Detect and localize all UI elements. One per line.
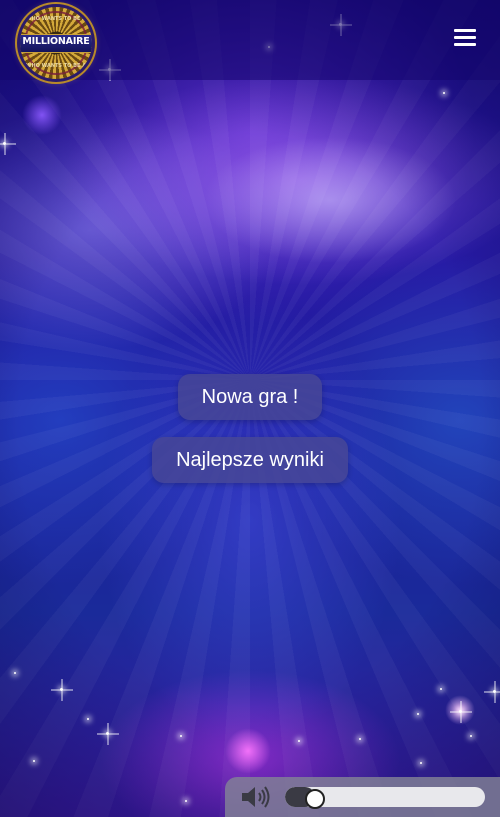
star-sparkle	[493, 690, 496, 693]
star	[443, 92, 445, 94]
star	[470, 735, 472, 737]
high-scores-button[interactable]: Najlepsze wyniki	[152, 437, 348, 483]
volume-control	[225, 777, 500, 817]
menu-line	[454, 29, 476, 32]
volume-slider-thumb[interactable]	[305, 789, 325, 809]
menu-line	[454, 36, 476, 39]
speaker-icon[interactable]	[240, 785, 272, 809]
star	[87, 718, 89, 720]
top-bar: WHO WANTS TO BE A MILLIONAIRE WHO WANTS …	[0, 0, 500, 80]
logo-arc-top-text: WHO WANTS TO BE A	[25, 16, 87, 22]
millionaire-logo[interactable]: WHO WANTS TO BE A MILLIONAIRE WHO WANTS …	[20, 7, 92, 79]
star-sparkle	[3, 142, 6, 145]
star	[417, 713, 419, 715]
star	[440, 688, 442, 690]
star	[185, 800, 187, 802]
star-sparkle	[459, 710, 462, 713]
glow-orb	[22, 95, 62, 135]
glow-orb	[225, 728, 271, 774]
logo-text: MILLIONAIRE	[22, 36, 90, 47]
star	[180, 735, 182, 737]
star-sparkle	[60, 688, 63, 691]
hamburger-menu-icon[interactable]	[454, 28, 476, 48]
star	[14, 672, 16, 674]
star	[420, 762, 422, 764]
app-root: WHO WANTS TO BE A MILLIONAIRE WHO WANTS …	[0, 0, 500, 817]
star	[298, 740, 300, 742]
star	[33, 760, 35, 762]
new-game-button[interactable]: Nowa gra !	[178, 374, 322, 420]
star	[359, 738, 361, 740]
star-sparkle	[106, 732, 109, 735]
menu-line	[454, 43, 476, 46]
logo-arc-bottom-text: WHO WANTS TO BE A	[25, 63, 87, 69]
